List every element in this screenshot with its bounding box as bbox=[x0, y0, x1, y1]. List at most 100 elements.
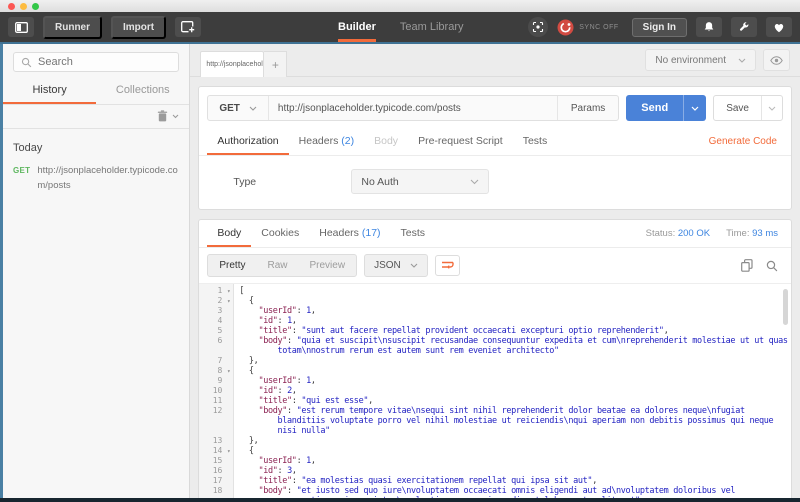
close-window-button[interactable] bbox=[8, 2, 15, 10]
environment-value: No environment bbox=[655, 54, 726, 66]
authorization-panel: Type No Auth bbox=[199, 156, 791, 209]
code-line: totam\nnostrum rerum est autem sunt rem … bbox=[277, 346, 560, 356]
sidebar-toggle-button[interactable] bbox=[8, 17, 34, 37]
send-button[interactable]: Send bbox=[626, 95, 707, 121]
format-value: JSON bbox=[374, 260, 401, 271]
request-field: GET Params bbox=[207, 95, 620, 121]
code-line: 11 "title": "qui est esse", bbox=[212, 396, 374, 406]
sign-in-button[interactable]: Sign In bbox=[631, 17, 687, 37]
code-line: 3 "userId": 1, bbox=[217, 306, 316, 316]
code-line: 14 ▾ { bbox=[212, 446, 254, 456]
collections-tab[interactable]: Collections bbox=[96, 78, 189, 104]
tab-authorization[interactable]: Authorization bbox=[207, 128, 288, 155]
response-card: Body Cookies Headers (17) Tests Status: … bbox=[198, 219, 792, 498]
history-tab[interactable]: History bbox=[3, 78, 96, 104]
tab-tests[interactable]: Tests bbox=[513, 128, 558, 155]
params-button[interactable]: Params bbox=[556, 96, 618, 120]
favorites-button[interactable] bbox=[766, 17, 792, 37]
response-tab-headers[interactable]: Headers (17) bbox=[309, 220, 390, 247]
response-headers-count-badge: (17) bbox=[361, 227, 381, 239]
code-line: 6 "body": "quia et suscipit\nsuscipit re… bbox=[217, 336, 788, 346]
add-tab-button[interactable]: + bbox=[264, 51, 288, 77]
wrap-lines-icon bbox=[441, 260, 454, 271]
history-group-label: Today bbox=[13, 142, 43, 154]
environment-select[interactable]: No environment bbox=[645, 49, 756, 71]
trash-icon[interactable] bbox=[157, 110, 168, 122]
generate-code-link[interactable]: Generate Code bbox=[709, 136, 783, 147]
format-select[interactable]: JSON bbox=[364, 254, 428, 277]
auth-type-select[interactable]: No Auth bbox=[351, 169, 490, 194]
code-line: 15 "userId": 1, bbox=[212, 456, 316, 466]
code-line: 18 "body": "et iusto sed quo iure\nvolup… bbox=[212, 486, 736, 496]
response-meta: Status: 200 OK Time: 93 ms bbox=[646, 228, 783, 239]
settings-button[interactable] bbox=[731, 17, 757, 37]
pretty-view-button[interactable]: Pretty bbox=[208, 255, 256, 276]
history-item-url: http://jsonplaceholder.typicode.com/post… bbox=[37, 165, 178, 191]
notifications-button[interactable] bbox=[696, 17, 722, 37]
code-line: accusantium quis pariatur\nmolestiae por… bbox=[199, 496, 791, 498]
app-toolbar: Runner Import Builder Team Library SYNC … bbox=[0, 12, 800, 42]
sync-icon[interactable] bbox=[557, 19, 574, 36]
code-line: 4 "id": 1, bbox=[217, 316, 297, 326]
auth-type-value: No Auth bbox=[361, 175, 399, 188]
proxy-capture-button[interactable] bbox=[528, 17, 549, 37]
request-tab[interactable]: http://jsonplaceholder.typic bbox=[200, 51, 265, 77]
copy-icon[interactable] bbox=[741, 259, 753, 272]
code-line: 2 ▾ { bbox=[217, 296, 254, 306]
response-tab-cookies[interactable]: Cookies bbox=[251, 220, 309, 247]
response-body-editor[interactable]: 1 ▾[2 ▾ {3 "userId": 1, 4 "id": 1, 5 "title"… bbox=[199, 283, 791, 498]
capture-icon bbox=[532, 21, 544, 33]
heart-icon bbox=[773, 22, 785, 33]
request-section-tabs: Authorization Headers (2) Body Pre-reque… bbox=[199, 128, 791, 156]
code-line: nisi nulla" bbox=[277, 426, 331, 436]
chevron-down-icon bbox=[410, 263, 418, 268]
sidebar: History Collections Today GET http://jso… bbox=[3, 44, 191, 498]
editor-scrollbar[interactable] bbox=[783, 289, 788, 325]
code-line: 10 "id": 2, bbox=[212, 386, 297, 396]
view-mode-segment: Pretty Raw Preview bbox=[207, 254, 358, 277]
save-button[interactable]: Save bbox=[713, 95, 783, 121]
tab-headers[interactable]: Headers (2) bbox=[289, 128, 364, 155]
tab-pre-request-script[interactable]: Pre-request Script bbox=[408, 128, 513, 155]
trash-chevron-icon[interactable] bbox=[172, 114, 179, 119]
sidebar-toggle-icon bbox=[14, 21, 28, 33]
zoom-window-button[interactable] bbox=[32, 2, 39, 10]
bell-icon bbox=[703, 21, 715, 33]
search-box[interactable] bbox=[13, 52, 180, 72]
search-in-body-icon[interactable] bbox=[766, 260, 778, 272]
method-select[interactable]: GET bbox=[208, 96, 269, 120]
search-input[interactable] bbox=[38, 56, 172, 68]
send-options-chevron-icon[interactable] bbox=[683, 95, 706, 121]
code-line: 1 ▾[ bbox=[217, 286, 245, 296]
environment-preview-button[interactable] bbox=[763, 49, 790, 71]
response-tab-tests[interactable]: Tests bbox=[391, 220, 436, 247]
response-tab-body[interactable]: Body bbox=[207, 220, 251, 247]
response-section-tabs: Body Cookies Headers (17) Tests Status: … bbox=[199, 220, 791, 248]
tab-body[interactable]: Body bbox=[364, 128, 408, 155]
search-icon bbox=[21, 57, 32, 68]
send-label: Send bbox=[641, 102, 669, 114]
team-library-tab[interactable]: Team Library bbox=[400, 12, 464, 42]
code-line: 17 "title": "ea molestias quasi exercita… bbox=[212, 476, 598, 486]
minimize-window-button[interactable] bbox=[20, 2, 27, 10]
time-badge: Time: 93 ms bbox=[726, 228, 778, 239]
code-lines: 1 ▾[2 ▾ {3 "userId": 1, 4 "id": 1, 5 "title"… bbox=[199, 286, 791, 498]
code-line: 13 }, bbox=[212, 436, 259, 446]
raw-view-button[interactable]: Raw bbox=[256, 255, 298, 276]
history-item[interactable]: GET http://jsonplaceholder.typicode.com/… bbox=[3, 161, 189, 196]
chevron-down-icon bbox=[249, 106, 257, 111]
new-window-button[interactable] bbox=[175, 17, 202, 37]
save-options-chevron-icon[interactable] bbox=[761, 96, 782, 120]
history-item-method: GET bbox=[13, 166, 31, 175]
url-input[interactable] bbox=[268, 96, 557, 120]
wrap-lines-button[interactable] bbox=[434, 255, 460, 276]
wrench-icon bbox=[738, 21, 750, 33]
eye-icon bbox=[770, 55, 783, 65]
import-button[interactable]: Import bbox=[111, 15, 167, 39]
window-bottom-edge bbox=[0, 498, 800, 502]
preview-view-button[interactable]: Preview bbox=[299, 255, 357, 276]
runner-button[interactable]: Runner bbox=[43, 15, 102, 39]
builder-tab[interactable]: Builder bbox=[338, 12, 376, 42]
headers-count-badge: (2) bbox=[341, 135, 355, 147]
code-line: 9 "userId": 1, bbox=[217, 376, 316, 386]
